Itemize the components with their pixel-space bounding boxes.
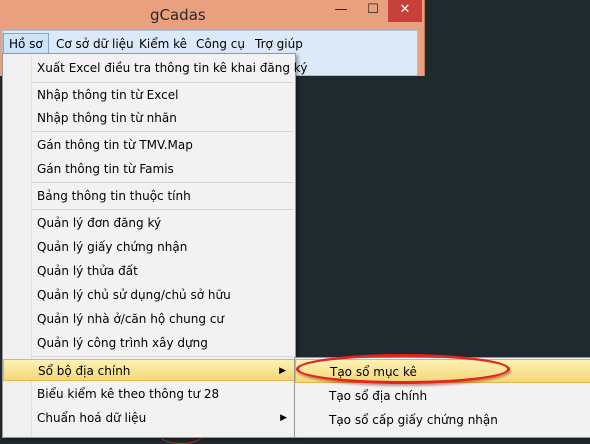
menu-separator bbox=[31, 131, 293, 132]
menu-co-so-du-lieu[interactable]: Cơ sở dữ liệu bbox=[51, 34, 139, 54]
ho-so-dropdown-menu: Xuất Excel điều tra thông tin kê khai đă… bbox=[2, 53, 307, 438]
menu-item-chuan-hoa[interactable]: Chuẩn hoá dữ liệu ▶ bbox=[3, 407, 295, 429]
menu-item-label: Sổ bộ địa chính bbox=[38, 364, 131, 378]
menu-item-ql-nha-o[interactable]: Quản lý nhà ở/căn hộ chung cư bbox=[3, 308, 295, 330]
menu-item-ql-thua-dat[interactable]: Quản lý thửa đất bbox=[3, 260, 295, 282]
minimize-button[interactable]: — bbox=[326, 0, 356, 22]
close-button[interactable]: ✕ bbox=[388, 0, 422, 22]
menu-item-ql-don-dang-ky[interactable]: Quản lý đơn đăng ký bbox=[3, 212, 295, 234]
menu-kiem-ke[interactable]: Kiểm kê bbox=[134, 34, 192, 54]
window-title: gCadas bbox=[150, 6, 206, 24]
menu-item-gan-tmv[interactable]: Gán thông tin từ TMV.Map bbox=[3, 134, 295, 156]
menu-item-ql-chu-su-dung[interactable]: Quản lý chủ sử dụng/chủ sở hữu bbox=[3, 284, 295, 306]
menu-item-nhap-nhan[interactable]: Nhập thông tin từ nhãn bbox=[3, 107, 295, 129]
menu-cong-cu[interactable]: Công cụ bbox=[191, 34, 250, 54]
annotation-ellipse bbox=[296, 354, 510, 384]
maximize-button[interactable]: ☐ bbox=[358, 0, 388, 22]
menu-item-so-bo-dia-chinh[interactable]: Sổ bộ địa chính ▶ bbox=[3, 359, 295, 381]
menu-item-label: Chuẩn hoá dữ liệu bbox=[37, 411, 147, 425]
menu-item-bang-thuoc-tinh[interactable]: Bảng thông tin thuộc tính bbox=[3, 185, 295, 207]
menu-separator bbox=[31, 209, 293, 210]
submenu-item-tao-so-cap-gcn[interactable]: Tạo sổ cấp giấy chứng nhận bbox=[295, 408, 590, 432]
submenu-item-tao-so-dia-chinh[interactable]: Tạo sổ địa chính bbox=[295, 384, 590, 408]
menu-item-ql-cong-trinh[interactable]: Quản lý công trình xây dựng bbox=[3, 332, 295, 354]
menu-separator bbox=[31, 82, 293, 83]
submenu-arrow-icon: ▶ bbox=[280, 413, 287, 423]
menu-separator bbox=[31, 182, 293, 183]
menu-item-bieu-kiem-ke[interactable]: Biểu kiểm kê theo thông tư 28 bbox=[3, 383, 295, 405]
menu-ho-so[interactable]: Hồ sơ bbox=[3, 33, 49, 55]
menu-tro-giup[interactable]: Trợ giúp bbox=[250, 34, 308, 54]
submenu-arrow-icon: ▶ bbox=[279, 366, 286, 376]
menu-item-ql-giay-chung-nhan[interactable]: Quản lý giấy chứng nhận bbox=[3, 236, 295, 258]
menu-item-gan-famis[interactable]: Gán thông tin từ Famis bbox=[3, 158, 295, 180]
menu-separator bbox=[31, 356, 293, 357]
menu-item-xuat-excel[interactable]: Xuất Excel điều tra thông tin kê khai đă… bbox=[3, 57, 307, 79]
menu-item-nhap-excel[interactable]: Nhập thông tin từ Excel bbox=[3, 84, 295, 106]
